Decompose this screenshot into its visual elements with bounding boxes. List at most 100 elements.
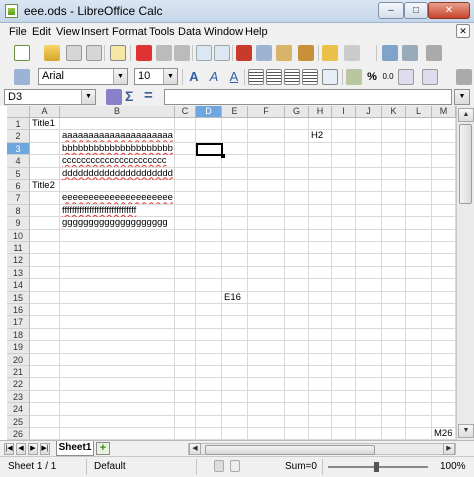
row-header-23[interactable]: 23	[7, 390, 30, 404]
column-header-c[interactable]: C	[175, 106, 196, 118]
save-disabled-icon[interactable]	[66, 45, 82, 61]
align-left-icon[interactable]	[248, 69, 264, 85]
paste-icon[interactable]	[276, 45, 292, 61]
navigator-icon[interactable]	[382, 45, 398, 61]
menu-insert[interactable]: Insert	[81, 26, 109, 38]
edit-mode-icon[interactable]	[110, 45, 126, 61]
menu-window[interactable]: Window	[204, 26, 243, 38]
row-header-19[interactable]: 19	[7, 341, 30, 354]
column-header-h[interactable]: H	[309, 106, 332, 118]
vertical-scrollbar[interactable]: ▲ ▼	[456, 106, 474, 440]
row-header-10[interactable]: 10	[7, 229, 30, 242]
add-sheet-icon[interactable]: +	[96, 442, 110, 455]
column-header-i[interactable]: I	[332, 106, 356, 118]
row-header-3[interactable]: 3	[7, 142, 30, 156]
autospellcheck-icon[interactable]	[214, 45, 230, 61]
last-sheet-icon[interactable]: ▶|	[40, 443, 50, 455]
clone-formatting-icon[interactable]	[298, 45, 314, 61]
row-header-9[interactable]: 9	[7, 217, 30, 230]
row-header-18[interactable]: 18	[7, 328, 30, 342]
name-box[interactable]: D3 ▼	[4, 89, 96, 105]
scroll-down-icon[interactable]: ▼	[458, 424, 474, 438]
sheet-tab-sheet1[interactable]: Sheet1	[56, 441, 94, 456]
cell-b2[interactable]: aaaaaaaaaaaaaaaaaaaaa	[62, 130, 174, 142]
align-right-icon[interactable]	[284, 69, 300, 85]
row-header-17[interactable]: 17	[7, 316, 30, 329]
print-preview-icon[interactable]	[174, 45, 190, 61]
column-header-m[interactable]: M	[432, 106, 456, 118]
gallery-icon[interactable]	[402, 45, 418, 61]
spreadsheet-grid[interactable]: ABCDEFGHIJKLM 1 2 3 4 5 6 7 8 9 10 11 12 13 14 15 16 17 1…	[0, 106, 456, 440]
row-header-8[interactable]: 8	[7, 204, 30, 218]
column-header-f[interactable]: F	[248, 106, 285, 118]
align-center-icon[interactable]	[266, 69, 282, 85]
minimize-button[interactable]: –	[378, 2, 404, 19]
cell-b9[interactable]: gggggggggggggggggggg	[62, 217, 174, 229]
cell-b8[interactable]: ffffffffffffffffffffffffffffff	[62, 205, 174, 217]
redo-icon[interactable]	[344, 45, 360, 61]
column-header-e[interactable]: E	[222, 106, 248, 118]
toolbar-options-icon[interactable]	[456, 69, 472, 85]
menu-edit[interactable]: Edit	[32, 26, 51, 38]
column-header-b[interactable]: B	[60, 106, 175, 118]
chevron-down-icon[interactable]: ▼	[455, 90, 469, 104]
row-header-11[interactable]: 11	[7, 242, 30, 255]
zoom-level[interactable]: 100%	[440, 461, 466, 472]
first-sheet-icon[interactable]: |◀	[4, 443, 14, 455]
expand-formula-button[interactable]: ▼	[454, 89, 470, 105]
function-icon[interactable]: =	[144, 87, 153, 104]
cell-a6[interactable]: Title2	[32, 180, 72, 192]
column-header-k[interactable]: K	[382, 106, 406, 118]
cell-a1[interactable]: Title1	[32, 118, 72, 130]
next-sheet-icon[interactable]: ▶	[28, 443, 38, 455]
row-header-15[interactable]: 15	[7, 291, 30, 304]
row-header-21[interactable]: 21	[7, 366, 30, 379]
toolbar-options-icon[interactable]	[426, 45, 442, 61]
chevron-down-icon[interactable]: ▼	[81, 90, 95, 104]
cut-icon[interactable]	[236, 45, 252, 61]
row-header-22[interactable]: 22	[7, 378, 30, 391]
merge-cells-icon[interactable]	[322, 69, 338, 85]
percent-format-icon[interactable]: %	[364, 69, 380, 85]
export-pdf-icon[interactable]	[136, 45, 152, 61]
prev-sheet-icon[interactable]: ◀	[16, 443, 26, 455]
row-header-13[interactable]: 13	[7, 266, 30, 280]
italic-icon[interactable]: A	[206, 69, 222, 85]
scroll-up-icon[interactable]: ▲	[458, 108, 474, 122]
row-header-7[interactable]: 7	[7, 192, 30, 205]
column-header-j[interactable]: J	[356, 106, 382, 118]
row-header-5[interactable]: 5	[7, 167, 30, 180]
menu-help[interactable]: Help	[245, 26, 268, 38]
row-header-20[interactable]: 20	[7, 353, 30, 366]
copy-icon[interactable]	[256, 45, 272, 61]
function-wizard-icon[interactable]	[106, 89, 122, 105]
font-size-combo[interactable]: 10 ▼	[134, 68, 178, 85]
justify-icon[interactable]	[302, 69, 318, 85]
new-document-icon[interactable]	[14, 45, 30, 61]
cell-b7[interactable]: eeeeeeeeeeeeeeeeeeeee	[62, 192, 174, 204]
row-header-6[interactable]: 6	[7, 180, 30, 193]
menu-data[interactable]: Data	[178, 26, 201, 38]
print-icon[interactable]	[156, 45, 172, 61]
undo-icon[interactable]	[322, 45, 338, 61]
cell-h2[interactable]: H2	[311, 130, 351, 142]
column-header-l[interactable]: L	[406, 106, 432, 118]
decrease-indent-icon[interactable]	[422, 69, 438, 85]
row-header-25[interactable]: 25	[7, 415, 30, 428]
cell-b5[interactable]: ddddddddddddddddddddd	[62, 168, 174, 180]
row-header-4[interactable]: 4	[7, 155, 30, 168]
cell-b3[interactable]: bbbbbbbbbbbbbbbbbbbbb	[62, 143, 174, 155]
currency-format-icon[interactable]	[346, 69, 362, 85]
send-email-icon[interactable]	[86, 45, 102, 61]
cell-b4[interactable]: cccccccccccccccccccccc	[62, 155, 174, 167]
close-button[interactable]: ✕	[428, 2, 470, 19]
select-all-corner[interactable]	[7, 106, 30, 118]
column-header-g[interactable]: G	[285, 106, 309, 118]
row-header-14[interactable]: 14	[7, 279, 30, 292]
add-decimal-icon[interactable]	[398, 69, 414, 85]
row-header-2[interactable]: 2	[7, 130, 30, 143]
spellcheck-icon[interactable]	[196, 45, 212, 61]
row-header-1[interactable]: 1	[7, 118, 30, 131]
column-header-d[interactable]: D	[196, 106, 222, 118]
horizontal-scrollbar[interactable]: ◀ ▶	[188, 443, 456, 455]
